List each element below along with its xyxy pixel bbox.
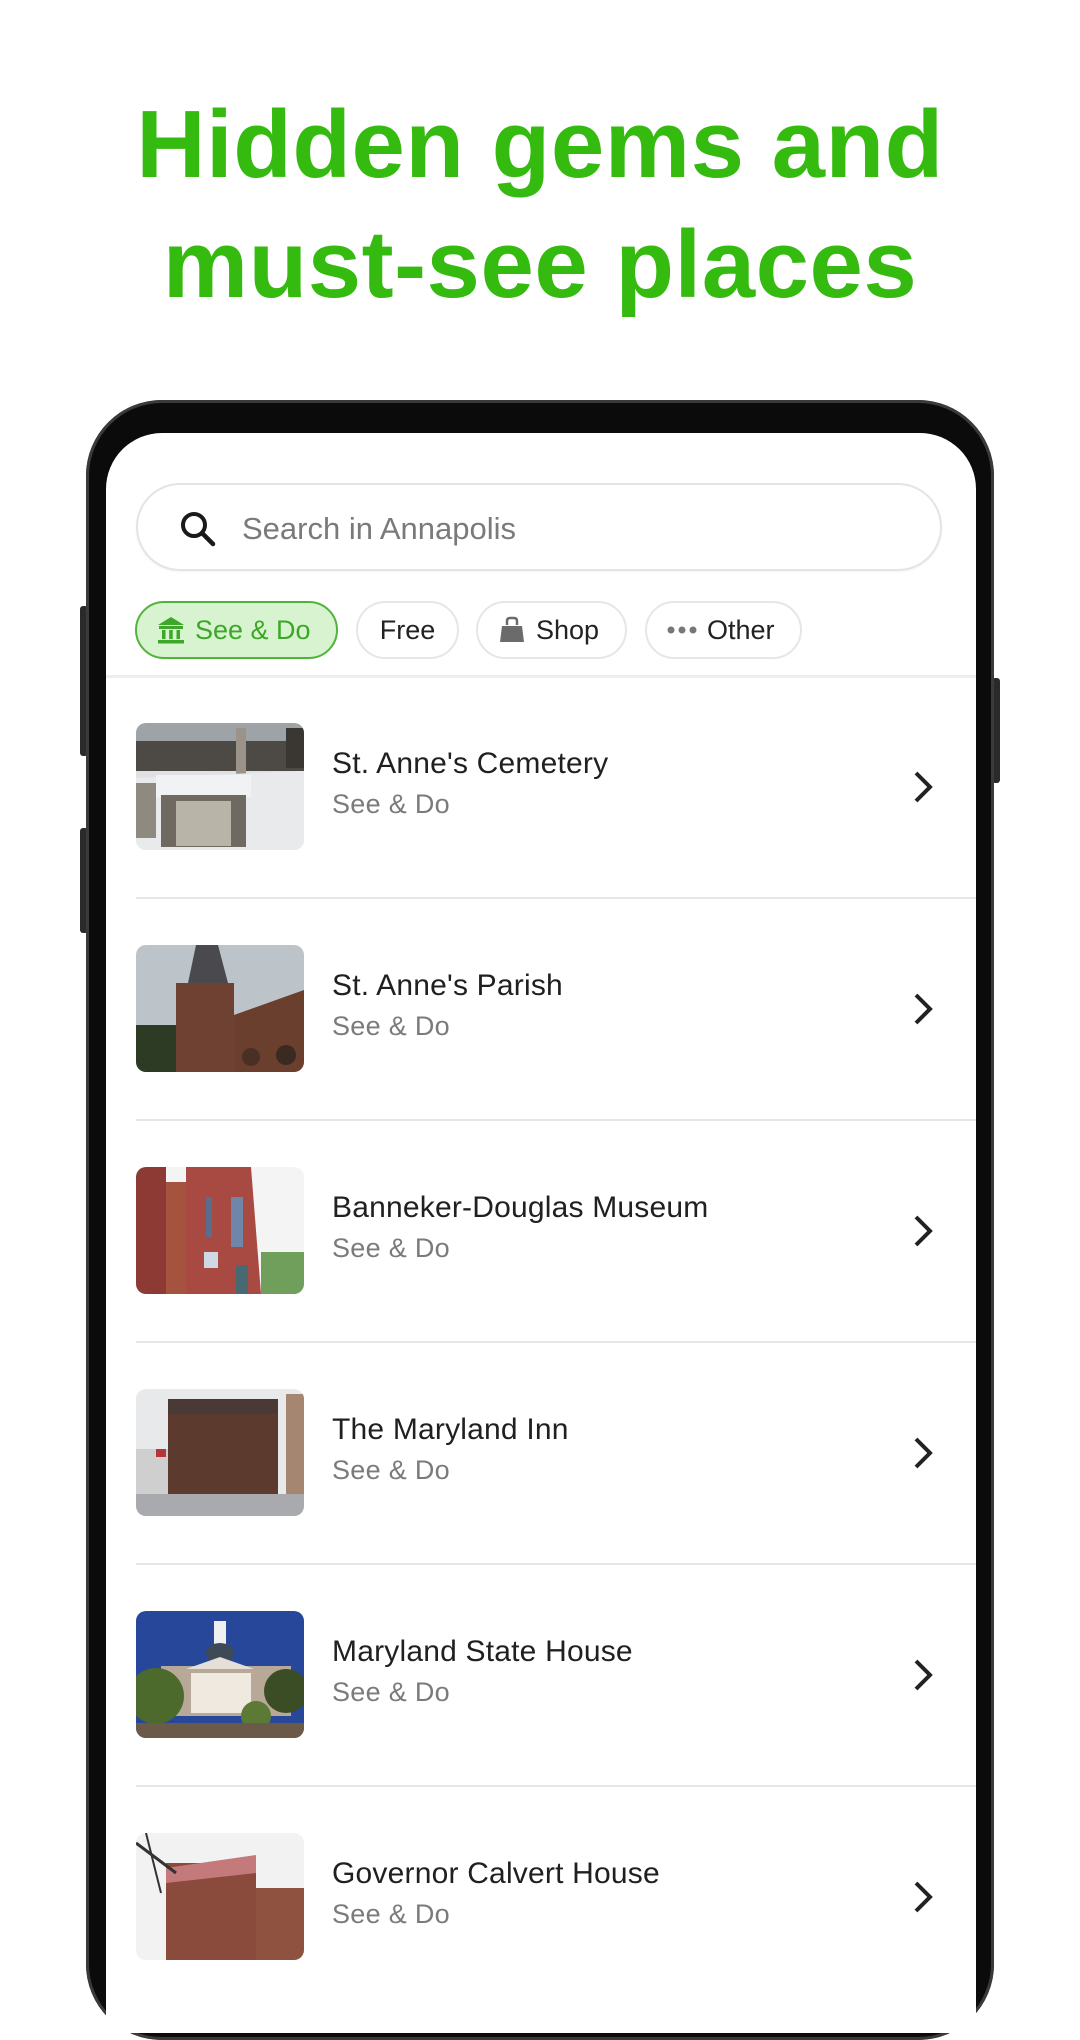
list-item[interactable]: Banneker-Douglas Museum See & Do (106, 1121, 976, 1343)
place-category: See & Do (332, 1455, 450, 1485)
chip-see-and-do[interactable]: See & Do (135, 601, 338, 659)
chevron-right-icon (914, 993, 933, 1025)
chip-shop[interactable]: Shop (476, 601, 627, 659)
search-icon (181, 512, 216, 547)
chip-label: Shop (536, 614, 600, 645)
place-title: The Maryland Inn (332, 1413, 569, 1446)
headline: Hidden gems and must-see places (0, 85, 1080, 325)
headline-line-1: Hidden gems and (136, 91, 944, 198)
chip-other[interactable]: Other (645, 601, 802, 659)
shopping-bag-icon (498, 616, 526, 644)
place-title: Banneker-Douglas Museum (332, 1191, 709, 1224)
chevron-right-icon (914, 771, 933, 803)
place-category: See & Do (332, 1233, 450, 1263)
chip-label: Free (379, 614, 436, 645)
list-item[interactable]: St. Anne's Cemetery See & Do (106, 677, 976, 899)
app-screen: Search in Annapolis See & Do Free Shop O… (106, 433, 976, 2033)
chip-label: See & Do (195, 614, 311, 645)
place-thumbnail (136, 1389, 304, 1516)
chevron-right-icon (914, 1215, 933, 1247)
place-title: St. Anne's Parish (332, 969, 563, 1002)
chevron-right-icon (914, 1437, 933, 1469)
list-item[interactable]: The Maryland Inn See & Do (106, 1343, 976, 1565)
place-thumbnail (136, 1833, 304, 1960)
list-item[interactable]: St. Anne's Parish See & Do (106, 899, 976, 1121)
headline-line-2: must-see places (162, 211, 918, 318)
search-placeholder: Search in Annapolis (242, 511, 517, 546)
place-thumbnail (136, 1167, 304, 1294)
place-title: St. Anne's Cemetery (332, 747, 609, 780)
chip-free[interactable]: Free (356, 601, 459, 659)
list-item[interactable]: Governor Calvert House See & Do (106, 1787, 976, 2009)
search-input[interactable]: Search in Annapolis (136, 483, 942, 571)
place-thumbnail (136, 945, 304, 1072)
place-thumbnail (136, 1611, 304, 1738)
place-category: See & Do (332, 789, 450, 819)
chip-label: Other (707, 614, 775, 645)
chevron-right-icon (914, 1659, 933, 1691)
place-category: See & Do (332, 1011, 450, 1041)
places-list: St. Anne's Cemetery See & Do St. Anne's … (106, 677, 976, 2009)
place-category: See & Do (332, 1899, 450, 1929)
more-dots-icon (667, 625, 697, 635)
place-category: See & Do (332, 1677, 450, 1707)
museum-icon (157, 615, 185, 645)
list-item[interactable]: Maryland State House See & Do (106, 1565, 976, 1787)
place-title: Governor Calvert House (332, 1857, 660, 1890)
chevron-right-icon (914, 1881, 933, 1913)
place-thumbnail (136, 723, 304, 850)
place-title: Maryland State House (332, 1635, 633, 1668)
